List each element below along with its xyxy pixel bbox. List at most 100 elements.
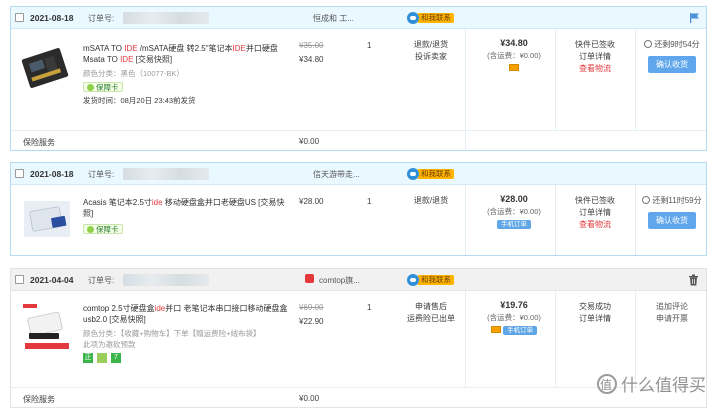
shop-name[interactable]: 信天游带走... bbox=[313, 169, 360, 180]
product-title[interactable]: mSATA TO IDE /mSATA硬盘 转2.5"笔记本IDE并口硬盘 Ms… bbox=[83, 43, 291, 65]
divider bbox=[465, 185, 466, 255]
divider bbox=[465, 29, 466, 130]
watermark-text: 什么值得买 bbox=[621, 376, 706, 395]
order-detail-link[interactable]: 订单详情 bbox=[556, 207, 634, 219]
order-number-redacted bbox=[123, 274, 209, 286]
product-title[interactable]: Acasis 笔记本2.5寸ide 移动硬盘盒并口老硬盘US [交易快照] bbox=[83, 197, 291, 219]
product-image[interactable] bbox=[21, 301, 73, 353]
status-text: 快件已签收 bbox=[575, 40, 615, 49]
shipping-insurance-status[interactable]: 运费险已出单 bbox=[391, 313, 471, 325]
quantity: 1 bbox=[367, 303, 372, 312]
product-title[interactable]: comtop 2.5寸硬盘盒ide并口 老笔记本串口接口移动硬盘盒usb2.0 … bbox=[83, 303, 291, 325]
order-operations: 退款/退货 投诉卖家 bbox=[391, 39, 471, 63]
order-checkbox[interactable] bbox=[15, 13, 24, 22]
product-image[interactable] bbox=[21, 195, 73, 247]
order-checkbox[interactable] bbox=[15, 275, 24, 284]
insurance-price: ¥0.00 bbox=[299, 137, 320, 146]
order-total: ¥34.80 (含运费：¥0.00) bbox=[473, 37, 555, 74]
order-status: 交易成功 订单详情 bbox=[556, 301, 634, 325]
order-body: mSATA TO IDE /mSATA硬盘 转2.5"笔记本IDE并口硬盘 Ms… bbox=[11, 29, 706, 130]
contact-seller-button[interactable]: 和我联系 bbox=[407, 274, 454, 286]
contact-seller-label: 和我联系 bbox=[418, 275, 454, 285]
contact-seller-button[interactable]: 和我联系 bbox=[407, 168, 454, 180]
status-text: 交易成功 bbox=[579, 302, 611, 311]
product-spec: 颜色分类：黑色（10077-BK） bbox=[83, 69, 184, 78]
mobile-order-badge: 手机订单 bbox=[503, 326, 538, 335]
order-date: 2021-08-18 bbox=[30, 169, 74, 179]
smzdm-logo-icon bbox=[597, 373, 617, 394]
order-number-label: 订单号: bbox=[88, 14, 115, 23]
after-sales-link[interactable]: 申请售后 bbox=[391, 301, 471, 313]
tmall-icon bbox=[305, 274, 314, 283]
insurance-label: 保险服务 bbox=[23, 395, 55, 404]
unit-price: ¥22.90 bbox=[299, 317, 324, 326]
gift-icon bbox=[97, 353, 107, 363]
order-detail-link[interactable]: 订单详情 bbox=[556, 51, 634, 63]
status-text: 快件已签收 bbox=[575, 196, 615, 205]
total-amount: ¥28.00 bbox=[500, 194, 528, 204]
shop-name[interactable]: 恒成和 工... bbox=[313, 13, 354, 24]
product-spec: 颜色分类：【收藏+购物车】下单【赠运费险+绒布袋】 bbox=[83, 329, 261, 338]
order-number-redacted bbox=[123, 12, 209, 24]
extra-note: 此项为邀砍预款 bbox=[83, 340, 136, 349]
unit-price: ¥34.80 bbox=[299, 55, 324, 64]
flag-icon[interactable] bbox=[689, 12, 701, 27]
guarantee-badge[interactable]: 保障卡 bbox=[83, 82, 123, 92]
request-invoice-link[interactable]: 申请开票 bbox=[635, 313, 709, 325]
original-price: ¥35.00 bbox=[299, 41, 324, 50]
view-logistics-link[interactable]: 查看物流 bbox=[556, 63, 634, 75]
guarantee-badge[interactable]: 保障卡 bbox=[83, 224, 123, 234]
order-header: 2021-08-18 订单号: 信天游带走... 和我联系 bbox=[11, 163, 706, 185]
product-image[interactable] bbox=[21, 43, 73, 95]
watermark: 什么值得买 bbox=[597, 371, 706, 396]
seven-day-return-icon: 7 bbox=[111, 353, 121, 363]
shield-icon bbox=[87, 225, 94, 233]
complain-link[interactable]: 投诉卖家 bbox=[391, 51, 471, 63]
genuine-icon: 正 bbox=[83, 353, 93, 363]
confirm-receipt-button[interactable]: 确认收货 bbox=[648, 212, 696, 229]
order-header: 2021-04-04 订单号: comtop旗... 和我联系 bbox=[11, 269, 706, 291]
countdown: 还剩9时54分 bbox=[654, 40, 700, 49]
quantity: 1 bbox=[367, 197, 372, 206]
payment-icon bbox=[490, 326, 501, 333]
order-list: 2021-08-18 订单号: 恒成和 工... 和我联系 mSATA TO I… bbox=[0, 0, 720, 408]
refund-link[interactable]: 退款/退货 bbox=[391, 195, 471, 207]
countdown: 还剩11时59分 bbox=[652, 196, 702, 205]
order-card: 2021-08-18 订单号: 信天游带走... 和我联系 Acasis 笔记本… bbox=[10, 162, 707, 256]
order-total: ¥19.76 (含运费：¥0.00) 手机订单 bbox=[473, 299, 555, 336]
order-date: 2021-08-18 bbox=[30, 13, 74, 23]
order-actions: 追加评论 申请开票 bbox=[635, 301, 709, 325]
unit-price: ¥28.00 bbox=[299, 197, 324, 206]
insurance-price: ¥0.00 bbox=[299, 394, 320, 403]
add-review-link[interactable]: 追加评论 bbox=[635, 301, 709, 313]
order-detail-link[interactable]: 订单详情 bbox=[556, 313, 634, 325]
order-operations: 退款/退货 bbox=[391, 195, 471, 207]
order-header: 2021-08-18 订单号: 恒成和 工... 和我联系 bbox=[11, 7, 706, 29]
clock-icon bbox=[642, 196, 651, 204]
divider bbox=[465, 291, 466, 387]
order-status: 快件已签收 订单详情 查看物流 bbox=[556, 39, 634, 75]
order-checkbox[interactable] bbox=[15, 169, 24, 178]
order-total: ¥28.00 (含运费：¥0.00) 手机订单 bbox=[473, 193, 555, 230]
shipping-fee: (含运费：¥0.00) bbox=[487, 313, 541, 322]
refund-link[interactable]: 退款/退货 bbox=[391, 39, 471, 51]
order-number-label: 订单号: bbox=[88, 276, 115, 285]
quantity: 1 bbox=[367, 41, 372, 50]
shield-icon bbox=[87, 83, 94, 91]
insurance-label: 保险服务 bbox=[23, 138, 55, 147]
view-logistics-link[interactable]: 查看物流 bbox=[556, 219, 634, 231]
shop-name[interactable]: comtop旗... bbox=[319, 275, 360, 286]
shipping-fee: (含运费：¥0.00) bbox=[487, 207, 541, 216]
confirm-receipt-button[interactable]: 确认收货 bbox=[648, 56, 696, 73]
total-amount: ¥19.76 bbox=[500, 300, 528, 310]
order-operations: 申请售后 运费险已出单 bbox=[391, 301, 471, 325]
insurance-row: 保险服务 ¥0.00 bbox=[11, 130, 706, 150]
ship-note: 发货时间：08月20日 23:43前发货 bbox=[83, 96, 196, 105]
contact-seller-button[interactable]: 和我联系 bbox=[407, 12, 454, 24]
chat-icon bbox=[407, 168, 419, 180]
service-icons: 正 7 bbox=[83, 353, 121, 363]
order-card: 2021-08-18 订单号: 恒成和 工... 和我联系 mSATA TO I… bbox=[10, 6, 707, 151]
original-price: ¥69.00 bbox=[299, 303, 324, 312]
order-date: 2021-04-04 bbox=[30, 275, 74, 285]
trash-icon[interactable] bbox=[688, 274, 699, 289]
